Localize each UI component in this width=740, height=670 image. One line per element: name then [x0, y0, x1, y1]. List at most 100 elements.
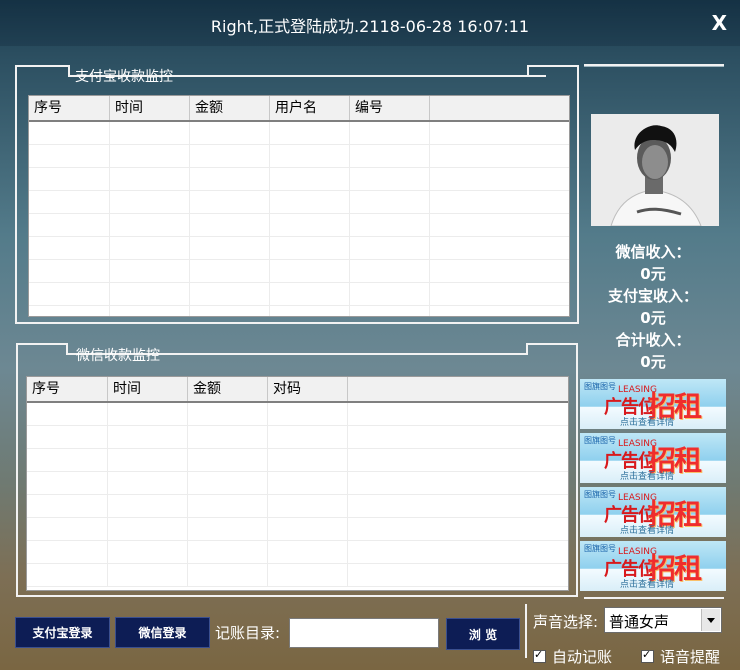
column-header[interactable]: 时间 [110, 96, 190, 120]
alipay-income-label: 支付宝收入： [607, 287, 698, 305]
table-cell [350, 237, 430, 259]
table-cell [350, 191, 430, 213]
table-cell [29, 283, 110, 305]
alipay-payment-table[interactable]: 序号 时间 金额 用户名 编号 [28, 95, 570, 317]
column-header[interactable]: 对码 [268, 377, 348, 401]
table-cell [27, 403, 108, 425]
voice-alert-checkbox[interactable]: 语音提醒 [641, 646, 720, 667]
column-header[interactable]: 金额 [188, 377, 268, 401]
table-cell [268, 472, 348, 494]
table-row [29, 260, 569, 283]
table-cell [190, 214, 270, 236]
table-row [27, 495, 568, 518]
ad-banner[interactable]: 图旗图号 LEASING 广告位 招租 点击查看详情 [580, 541, 726, 591]
table-cell [268, 426, 348, 448]
ad-banner[interactable]: 图旗图号 LEASING 广告位 招租 点击查看详情 [580, 487, 726, 537]
total-income-label: 合计收入： [615, 331, 691, 349]
wechat-login-button[interactable]: 微信登录 [115, 617, 210, 648]
chevron-down-icon[interactable] [701, 609, 720, 631]
table-cell [27, 426, 108, 448]
table-row [27, 518, 568, 541]
table-cell [29, 168, 110, 190]
table-cell [108, 403, 188, 425]
table-cell [350, 283, 430, 305]
close-button[interactable]: X [712, 11, 727, 35]
table-cell [188, 518, 268, 540]
table-cell [27, 518, 108, 540]
alipay-monitor-group: 支付宝收款监控 序号 时间 金额 用户名 编号 [15, 65, 579, 324]
table-cell [188, 449, 268, 471]
ad-banner[interactable]: 图旗图号 LEASING 广告位 招租 点击查看详情 [580, 433, 726, 483]
table-header: 序号 时间 金额 用户名 编号 [29, 96, 569, 122]
alipay-monitor-title: 支付宝收款监控 [75, 69, 173, 85]
table-cell [188, 403, 268, 425]
alipay-login-button[interactable]: 支付宝登录 [15, 617, 110, 648]
table-row [29, 283, 569, 306]
column-header[interactable]: 用户名 [270, 96, 350, 120]
table-cell [27, 541, 108, 563]
table-cell [190, 306, 270, 316]
table-cell [268, 495, 348, 517]
table-cell [270, 168, 350, 190]
checkbox-checked-icon[interactable] [533, 648, 546, 663]
table-cell [188, 541, 268, 563]
table-cell [110, 168, 190, 190]
table-cell [190, 191, 270, 213]
table-cell [108, 449, 188, 471]
column-header[interactable]: 序号 [27, 377, 108, 401]
ledger-dir-input[interactable] [289, 618, 439, 648]
wechat-payment-table[interactable]: 序号 时间 金额 对码 [26, 376, 569, 591]
table-cell [110, 237, 190, 259]
column-header[interactable]: 时间 [108, 377, 188, 401]
divider [525, 604, 527, 658]
table-cell [110, 260, 190, 282]
ad-banner[interactable]: 图旗图号 LEASING 广告位 招租 点击查看详情 [580, 379, 726, 429]
table-cell [108, 564, 188, 586]
table-cell [270, 260, 350, 282]
table-cell [350, 168, 430, 190]
table-cell [350, 306, 430, 316]
column-header[interactable]: 编号 [350, 96, 430, 120]
table-cell [270, 145, 350, 167]
table-cell [29, 122, 110, 144]
table-cell [188, 472, 268, 494]
table-cell [29, 214, 110, 236]
divider [584, 66, 724, 67]
table-cell [108, 472, 188, 494]
ad-tag-text: 点击查看详情 [620, 580, 675, 590]
table-cell [268, 449, 348, 471]
sound-select-label: 声音选择: [533, 613, 599, 631]
table-cell [268, 518, 348, 540]
column-header[interactable]: 序号 [29, 96, 110, 120]
wechat-monitor-title: 微信收款监控 [76, 348, 160, 364]
table-cell [27, 449, 108, 471]
table-cell [29, 237, 110, 259]
table-cell [190, 122, 270, 144]
column-header[interactable]: 金额 [190, 96, 270, 120]
table-cell [110, 214, 190, 236]
table-cell [268, 564, 348, 586]
table-cell [350, 260, 430, 282]
table-cell [29, 191, 110, 213]
table-cell [188, 564, 268, 586]
browse-button[interactable]: 浏 览 [446, 618, 520, 650]
sound-select-value: 普通女声 [609, 613, 670, 631]
voice-alert-label: 语音提醒 [660, 648, 721, 666]
ad-top-text: 图旗图号 [584, 382, 616, 391]
table-cell [190, 283, 270, 305]
ad-top-text: 图旗图号 [584, 544, 616, 553]
table-cell [108, 541, 188, 563]
checkbox-checked-icon[interactable] [641, 648, 654, 663]
table-row [29, 214, 569, 237]
auto-ledger-checkbox[interactable]: 自动记账 [533, 646, 612, 667]
table-cell [29, 145, 110, 167]
sound-select[interactable]: 普通女声 [604, 607, 722, 633]
ad-tag-text: 点击查看详情 [620, 526, 675, 536]
table-cell [108, 518, 188, 540]
wechat-monitor-group: 微信收款监控 序号 时间 金额 对码 [16, 343, 578, 597]
table-cell [108, 426, 188, 448]
table-row [29, 191, 569, 214]
table-cell [270, 122, 350, 144]
table-cell [188, 426, 268, 448]
table-cell [110, 283, 190, 305]
